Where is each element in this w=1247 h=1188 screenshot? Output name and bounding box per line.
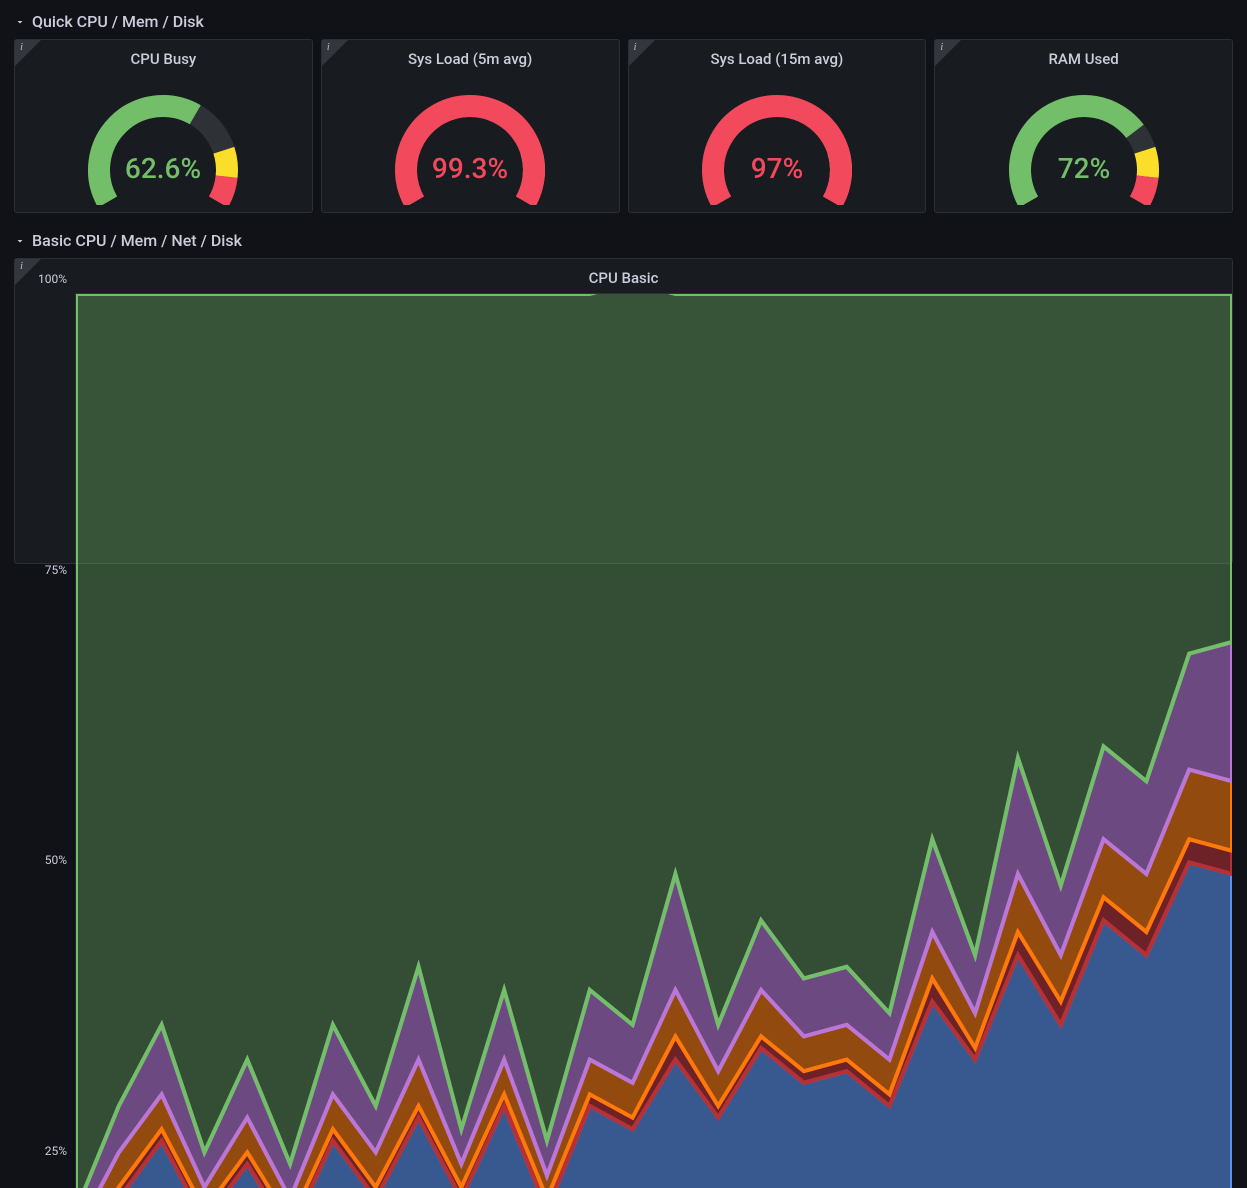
y-tick: 100% — [38, 272, 67, 286]
gauge-panel: i CPU Busy 62.6% — [14, 39, 313, 213]
panel-info-button[interactable] — [15, 40, 41, 66]
chart-plot-area[interactable] — [75, 293, 1232, 1188]
section-toggle-quick[interactable]: Quick CPU / Mem / Disk — [14, 8, 1233, 39]
gauge-panel: i Sys Load (15m avg) 97% — [628, 39, 927, 213]
gauge-svg: 62.6% — [63, 75, 263, 205]
gauge: 99.3% — [322, 68, 619, 212]
chevron-down-icon — [14, 235, 26, 247]
y-tick: 25% — [45, 1144, 67, 1158]
gauge-value: 72% — [1057, 152, 1109, 185]
section-title-basic: Basic CPU / Mem / Net / Disk — [32, 231, 242, 250]
y-tick: 75% — [45, 563, 67, 577]
panel-title: CPU Busy — [130, 50, 196, 68]
y-axis: 0%25%50%75%100% — [15, 293, 75, 1188]
gauge-svg: 72% — [984, 75, 1184, 205]
y-tick: 50% — [45, 853, 67, 867]
gauge: 62.6% — [15, 68, 312, 212]
chevron-down-icon — [14, 16, 26, 28]
panel-title: RAM Used — [1048, 50, 1118, 68]
panel-info-button[interactable] — [935, 40, 961, 66]
gauge-value: 62.6% — [125, 152, 201, 185]
gauge: 72% — [935, 68, 1232, 212]
panel-cpu-basic: i CPU Basic 0%25%50%75%100% 06/26 00:000… — [14, 258, 1233, 564]
gauge: 97% — [629, 68, 926, 212]
gauge-value: 99.3% — [432, 152, 508, 185]
panel-info-button[interactable] — [322, 40, 348, 66]
panel-title: Sys Load (5m avg) — [408, 50, 532, 68]
panel-title: Sys Load (15m avg) — [710, 50, 843, 68]
gauge-panel: i Sys Load (5m avg) 99.3% — [321, 39, 620, 213]
chart-svg — [76, 294, 1232, 1188]
gauge-svg: 99.3% — [370, 75, 570, 205]
panel-title: CPU Basic — [15, 259, 1232, 293]
gauge-panel: i RAM Used 72% — [934, 39, 1233, 213]
panel-info-button[interactable] — [629, 40, 655, 66]
section-toggle-basic[interactable]: Basic CPU / Mem / Net / Disk — [14, 227, 1233, 258]
section-title-quick: Quick CPU / Mem / Disk — [32, 12, 204, 31]
gauge-value: 97% — [751, 152, 803, 185]
gauge-svg: 97% — [677, 75, 877, 205]
